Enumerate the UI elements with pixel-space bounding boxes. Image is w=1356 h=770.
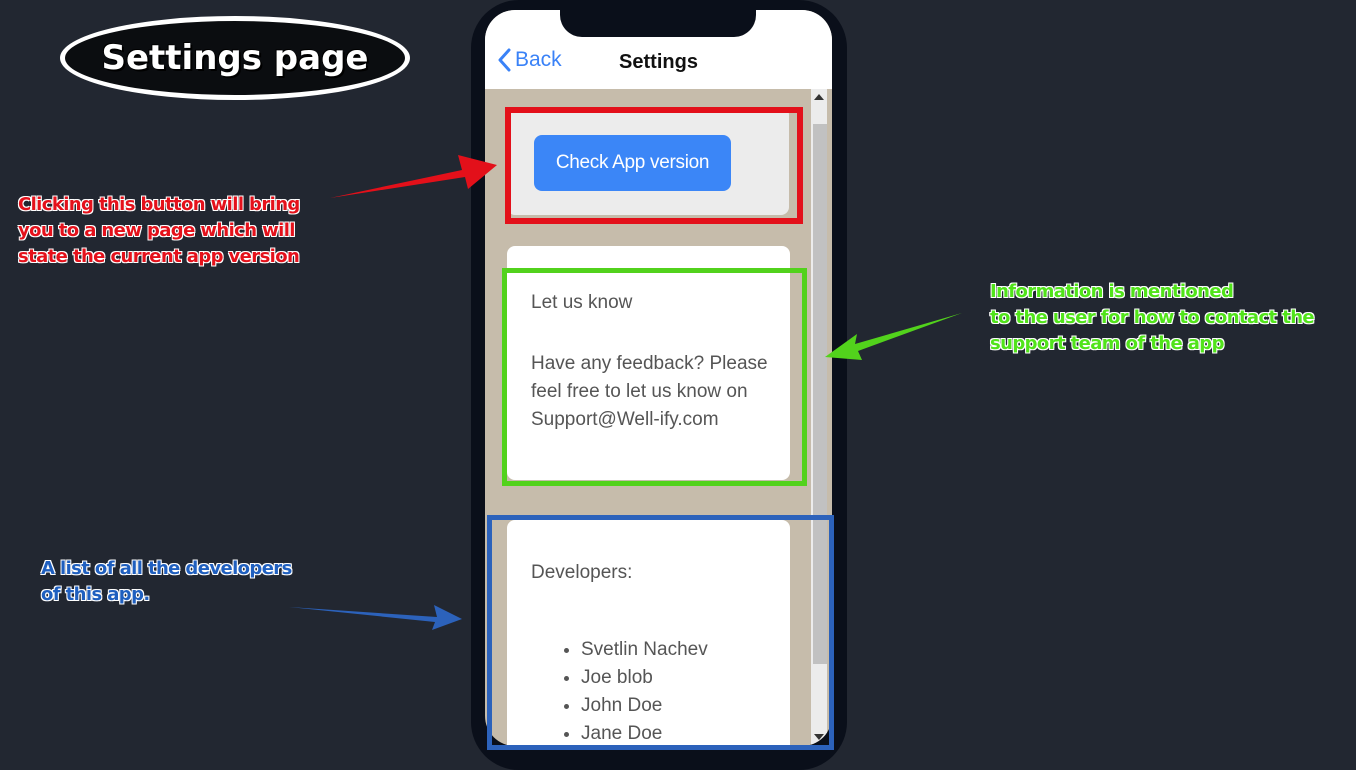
annotation-arrows: [289, 155, 962, 630]
green-arrow-icon: [825, 313, 962, 360]
red-arrow-icon: [330, 155, 497, 198]
blue-arrow-icon: [289, 605, 462, 630]
